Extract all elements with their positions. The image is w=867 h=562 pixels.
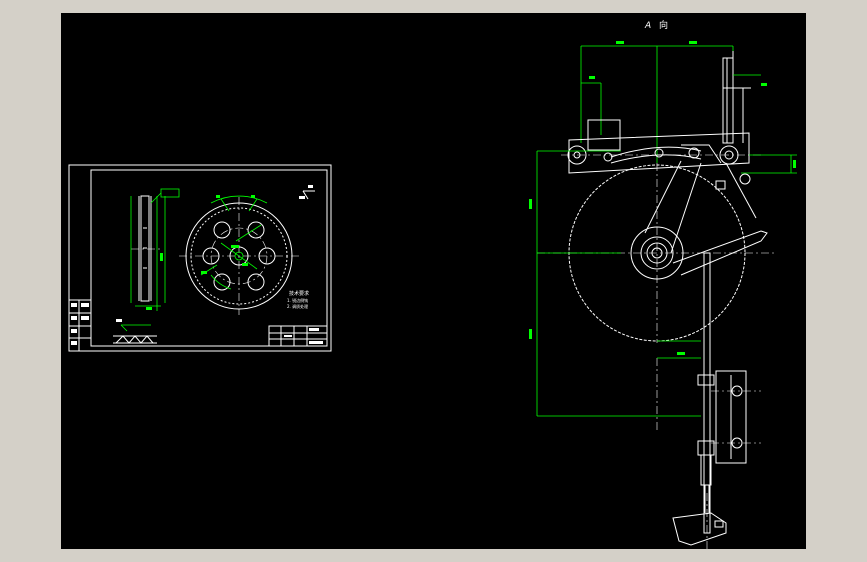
left-dimensions	[529, 150, 701, 417]
upper-rod-body	[722, 57, 734, 144]
part-sheet: 技术要求 1. 锐边倒钝 2. 调质处理	[68, 164, 332, 352]
general-roughness-note	[299, 185, 315, 200]
view-letter: A	[644, 21, 651, 31]
main-disk	[537, 160, 777, 433]
drawing-canvas: 技术要求 1. 锐边倒钝 2. 调质处理 A 向	[68, 19, 797, 549]
disk-side-section	[130, 188, 180, 311]
tech-note-2: 2. 调质处理	[287, 303, 308, 309]
disk-hole	[247, 221, 265, 239]
title-block	[268, 325, 328, 347]
roughness-symbol	[113, 319, 157, 344]
assembly-view: A 向	[529, 19, 797, 549]
arm-block	[587, 119, 621, 151]
lever-arm	[561, 119, 761, 174]
disk-hole	[213, 221, 231, 239]
tolerance-box	[160, 188, 180, 198]
tech-note-1: 1. 锐边倒钝	[287, 297, 308, 303]
tech-title: 技术要求	[289, 290, 309, 297]
top-dimension	[580, 41, 734, 163]
lever-body	[568, 132, 750, 174]
disk-hole	[247, 273, 265, 291]
disk-front-view	[179, 195, 299, 315]
view-char: 向	[659, 19, 668, 31]
cad-drawing-viewport[interactable]: 技术要求 1. 锐边倒钝 2. 调质处理 A 向	[61, 13, 806, 549]
tech-notes: 技术要求 1. 锐边倒钝 2. 调质处理	[287, 290, 309, 309]
base-fitting	[672, 512, 727, 546]
lower-rod-assembly	[672, 252, 761, 549]
upper-rod	[715, 51, 767, 190]
sheet-left-column	[69, 299, 91, 351]
